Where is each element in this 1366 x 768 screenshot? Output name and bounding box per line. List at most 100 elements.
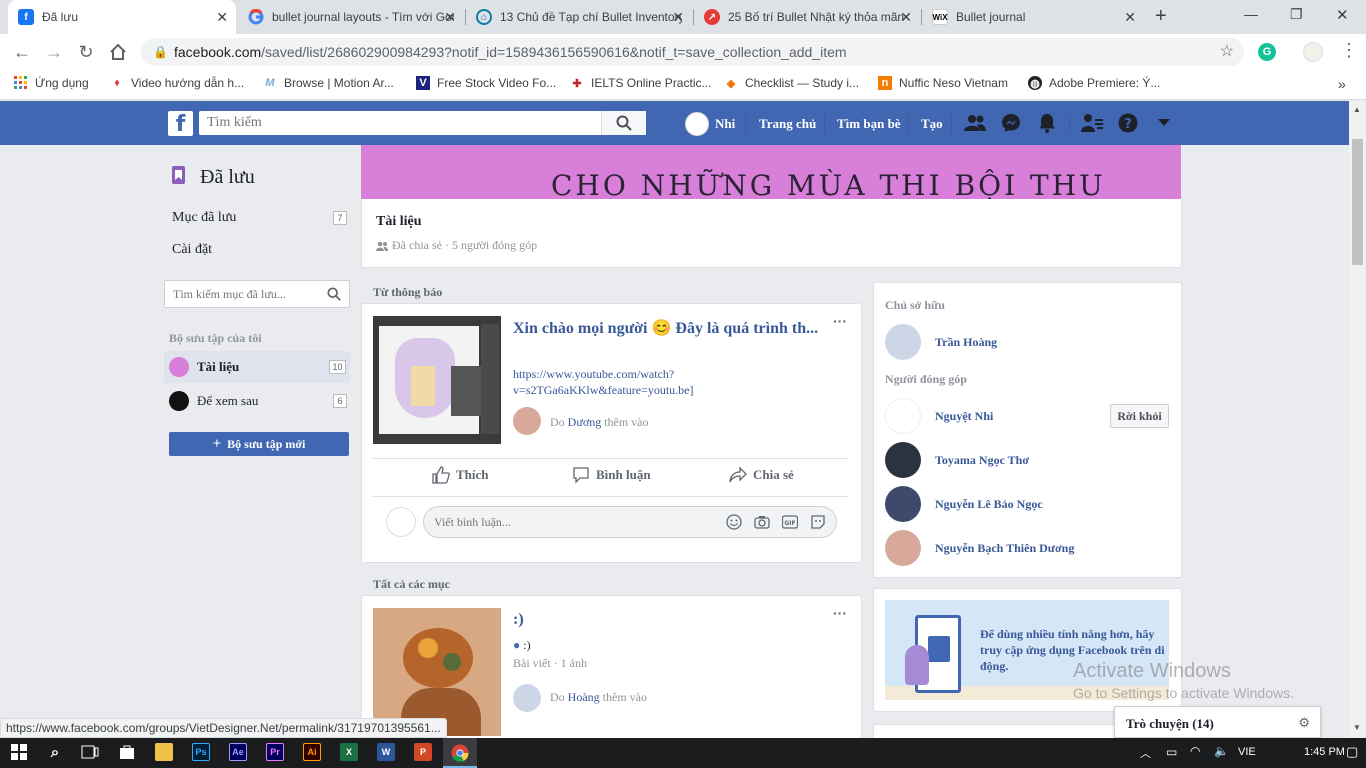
- file-explorer-icon[interactable]: [155, 743, 173, 761]
- bookmark-star-icon[interactable]: ☆: [1220, 38, 1234, 66]
- excel-icon[interactable]: X: [340, 743, 358, 761]
- friend-requests-icon[interactable]: [964, 112, 986, 134]
- profile-link[interactable]: Nhi: [715, 116, 735, 132]
- illustrator-icon[interactable]: Ai: [303, 743, 321, 761]
- tab-bullet-journal[interactable]: WiX Bullet journal ✕: [922, 0, 1144, 34]
- language-indicator[interactable]: VIE: [1238, 746, 1256, 758]
- member-owner[interactable]: Trần Hoàng: [885, 324, 997, 360]
- bookmarks-more-button[interactable]: »: [1338, 76, 1346, 92]
- home-link[interactable]: Trang chủ: [759, 116, 816, 132]
- premiere-icon[interactable]: Pr: [266, 743, 284, 761]
- share-button[interactable]: Chia sẻ: [729, 466, 794, 484]
- photoshop-icon[interactable]: Ps: [192, 743, 210, 761]
- workspace-icon[interactable]: [1081, 112, 1103, 134]
- messenger-icon[interactable]: [1000, 112, 1022, 134]
- tab-google[interactable]: bullet journal layouts - Tìm với Google …: [238, 0, 464, 34]
- battery-icon[interactable]: ▭: [1166, 745, 1177, 759]
- tab-saved[interactable]: f Đã lưu ✕: [8, 0, 236, 34]
- grammarly-icon[interactable]: G: [1258, 43, 1276, 61]
- post-title-link[interactable]: :): [513, 611, 524, 629]
- chat-settings-icon[interactable]: ⚙: [1298, 715, 1310, 731]
- task-view-icon[interactable]: [81, 743, 99, 761]
- tab-inventory[interactable]: ⌂ 13 Chủ đề Tạp chí Bullet Inventory ✕: [466, 0, 692, 34]
- comment-input[interactable]: [424, 507, 704, 537]
- member-contributor[interactable]: Nguyễn Bạch Thiên Dương: [885, 530, 1074, 566]
- close-tab-icon[interactable]: ✕: [444, 9, 456, 26]
- post-thumbnail[interactable]: [373, 316, 501, 444]
- comment-button[interactable]: Bình luận: [572, 466, 651, 484]
- address-bar[interactable]: 🔒 facebook.com/saved/list/26860290098429…: [141, 38, 1244, 66]
- windows-start-icon[interactable]: [10, 743, 28, 761]
- bookmark-video[interactable]: ♦ Video hướng dẫn h...: [110, 76, 244, 90]
- search-icon[interactable]: ⌕: [46, 743, 64, 761]
- member-contributor[interactable]: Toyama Ngọc Thơ: [885, 442, 1029, 478]
- collection-item-documents[interactable]: Tài liệu 10: [164, 351, 350, 383]
- page-scrollbar[interactable]: ▲ ▼: [1349, 101, 1366, 738]
- minimize-button[interactable]: —: [1244, 6, 1258, 22]
- close-window-button[interactable]: ✕: [1336, 6, 1349, 24]
- like-button[interactable]: Thích: [432, 466, 489, 484]
- volume-icon[interactable]: 🔈: [1214, 744, 1229, 758]
- post-title-link[interactable]: Xin chào mọi người 😊 Đây là quá trình th…: [513, 318, 818, 338]
- bookmark-apps[interactable]: Ứng dụng: [14, 76, 89, 90]
- member-contributor[interactable]: Nguyễn Lê Bảo Ngọc: [885, 486, 1043, 522]
- new-collection-button[interactable]: + Bộ sưu tập mới: [169, 432, 349, 456]
- avatar[interactable]: [513, 684, 541, 712]
- word-icon[interactable]: W: [377, 743, 395, 761]
- after-effects-icon[interactable]: Ae: [229, 743, 247, 761]
- close-tab-icon[interactable]: ✕: [900, 9, 912, 26]
- wifi-icon[interactable]: ◠: [1190, 744, 1200, 758]
- help-icon[interactable]: ?: [1117, 112, 1139, 134]
- emoji-icon[interactable]: [726, 514, 742, 530]
- maximize-button[interactable]: ❐: [1290, 6, 1303, 23]
- forward-icon[interactable]: →: [42, 40, 66, 64]
- leave-button[interactable]: Rời khỏi: [1110, 404, 1169, 428]
- saved-search-input[interactable]: [165, 281, 315, 307]
- profile-avatar[interactable]: [1303, 42, 1323, 62]
- tab-25-layouts[interactable]: ↗ 25 Bố trí Bullet Nhật ký thỏa mãn ✕: [694, 0, 920, 34]
- chat-bar[interactable]: Trò chuyện (14) ⚙: [1114, 706, 1321, 738]
- close-tab-icon[interactable]: ✕: [1124, 9, 1136, 26]
- member-contributor[interactable]: Nguyệt Nhi: [885, 398, 993, 434]
- store-icon[interactable]: [118, 743, 136, 761]
- bookmark-ielts[interactable]: ✚ IELTS Online Practic...: [570, 76, 711, 90]
- search-icon[interactable]: [601, 111, 646, 135]
- avatar[interactable]: [513, 407, 541, 435]
- clock[interactable]: 1:45 PM: [1304, 746, 1345, 758]
- post-thumbnail[interactable]: [373, 608, 501, 736]
- reload-icon[interactable]: ↻: [74, 40, 98, 64]
- bookmark-premiere[interactable]: ◍ Adobe Premiere: Ý...: [1028, 76, 1160, 90]
- powerpoint-icon[interactable]: P: [414, 743, 432, 761]
- camera-icon[interactable]: [754, 515, 770, 529]
- close-tab-icon[interactable]: ✕: [672, 9, 684, 26]
- facebook-logo[interactable]: f: [168, 111, 193, 137]
- bookmark-checklist[interactable]: ◈ Checklist — Study i...: [724, 76, 859, 90]
- collection-item-watch-later[interactable]: Để xem sau 6: [164, 385, 350, 417]
- close-tab-icon[interactable]: ✕: [216, 9, 228, 26]
- post-options-button[interactable]: ···: [833, 313, 847, 329]
- menu-dots-icon[interactable]: ⋮: [1340, 40, 1358, 61]
- home-icon[interactable]: [106, 40, 130, 64]
- facebook-search-input[interactable]: [199, 111, 599, 135]
- bookmark-stock-video[interactable]: V Free Stock Video Fo...: [416, 76, 556, 90]
- scrollbar-thumb[interactable]: [1352, 139, 1363, 265]
- sidebar-item-settings[interactable]: Cài đặt: [172, 242, 212, 258]
- bookmark-motion[interactable]: M Browse | Motion Ar...: [263, 76, 393, 90]
- sidebar-item-saved-items[interactable]: Mục đã lưu: [172, 210, 236, 226]
- bookmark-nuffic[interactable]: n Nuffic Neso Vietnam: [878, 76, 1008, 90]
- notification-center-icon[interactable]: ▢: [1346, 744, 1358, 760]
- notifications-bell-icon[interactable]: [1036, 112, 1058, 134]
- tray-chevron-icon[interactable]: ︿: [1140, 745, 1151, 761]
- chrome-taskbar-button[interactable]: [443, 738, 477, 768]
- user-avatar[interactable]: [685, 112, 709, 136]
- gif-icon[interactable]: GIF: [782, 515, 798, 529]
- search-icon[interactable]: [327, 287, 341, 301]
- create-link[interactable]: Tạo: [921, 116, 943, 132]
- post-options-button[interactable]: ···: [833, 605, 847, 621]
- post-url-link[interactable]: https://www.youtube.com/watch? v=s2TGa6a…: [513, 366, 693, 398]
- new-tab-button[interactable]: +: [1155, 5, 1167, 28]
- find-friends-link[interactable]: Tìm bạn bè: [837, 116, 901, 132]
- sticker-icon[interactable]: [810, 514, 826, 530]
- back-icon[interactable]: ←: [10, 40, 34, 64]
- account-menu-chevron-icon[interactable]: [1153, 112, 1175, 134]
